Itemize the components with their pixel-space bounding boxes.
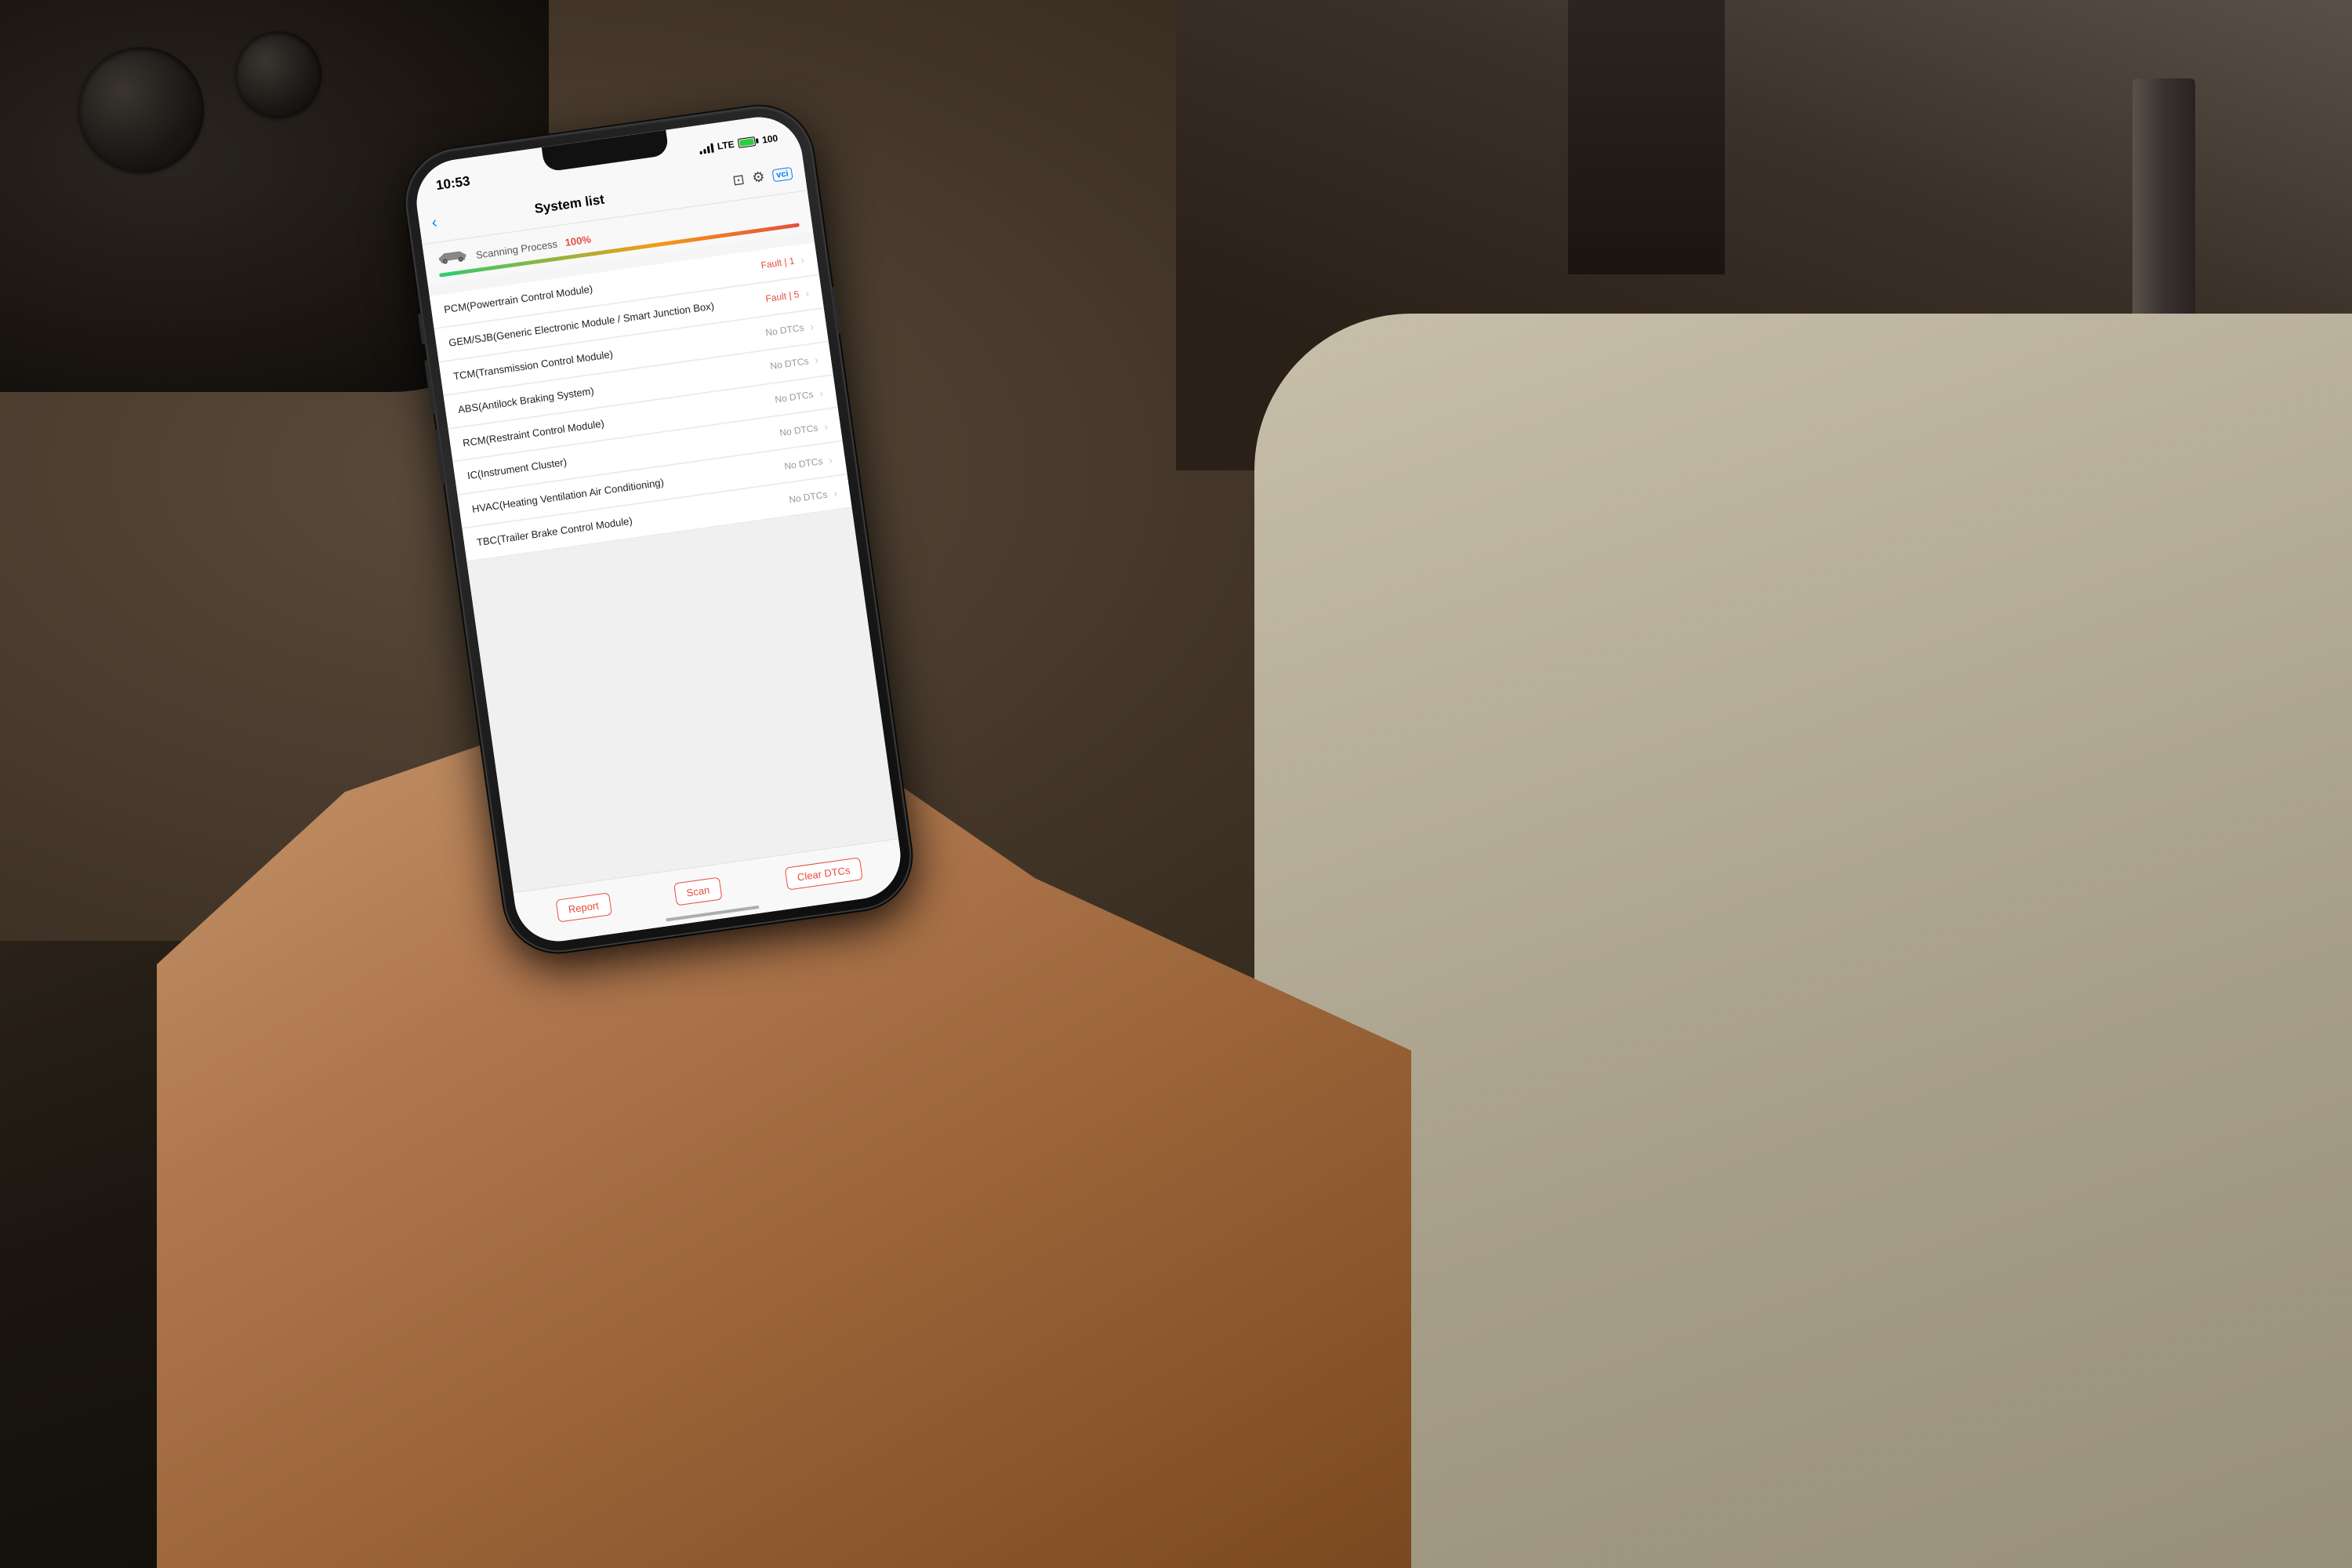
chevron-right-pcm: › (800, 253, 805, 266)
chevron-right-hvac: › (828, 453, 833, 466)
chevron-right-tcm: › (809, 320, 815, 332)
share-icon[interactable]: ⊡ (731, 172, 746, 190)
fault-badge-gem: Fault | 5 (765, 289, 800, 305)
battery-percent: 100 (761, 132, 779, 146)
item-status-abs: No DTCs › (769, 354, 819, 372)
item-status-ic: No DTCs › (779, 420, 829, 439)
dash-knobs (63, 16, 376, 235)
medium-knob (235, 31, 321, 118)
item-status-pcm: Fault | 1 › (760, 253, 805, 272)
signal-bar-4 (710, 143, 714, 153)
battery-fill (739, 138, 754, 146)
battery-body (738, 136, 756, 148)
battery-tip (756, 138, 759, 143)
item-status-tbc: No DTCs › (788, 487, 838, 506)
status-time: 10:53 (434, 167, 471, 194)
settings-icon[interactable]: ⚙ (751, 169, 766, 187)
no-dtc-tcm: No DTCs (765, 322, 805, 339)
no-dtc-tbc: No DTCs (788, 488, 828, 505)
no-dtc-abs: No DTCs (769, 355, 809, 372)
no-dtc-ic: No DTCs (779, 422, 818, 438)
seat-area (1254, 314, 2352, 1568)
signal-bar-1 (700, 151, 703, 154)
signal-bars (699, 142, 714, 154)
strap-area (1568, 0, 1725, 274)
clear-dtcs-button[interactable]: Clear DTCs (784, 857, 863, 890)
car-icon (436, 247, 470, 270)
scan-button[interactable]: Scan (673, 877, 723, 906)
car-svg (436, 247, 469, 267)
chevron-right-abs: › (814, 354, 819, 366)
item-status-gem: Fault | 5 › (765, 287, 810, 306)
header-icons: ⊡ ⚙ vci (731, 165, 793, 189)
large-knob (78, 47, 204, 172)
seat-texture (1254, 314, 2352, 1568)
lte-label: LTE (717, 139, 735, 152)
no-dtc-hvac: No DTCs (783, 456, 823, 472)
chevron-right-gem: › (804, 287, 810, 299)
status-icons: LTE 100 (698, 126, 779, 154)
chevron-right-tbc: › (833, 487, 838, 499)
signal-bar-2 (703, 149, 706, 154)
chevron-right-ic: › (823, 420, 829, 433)
fault-badge-pcm: Fault | 1 (760, 256, 796, 271)
item-status-rcm: No DTCs › (774, 387, 824, 405)
vci-badge: vci (771, 166, 793, 181)
no-dtc-rcm: No DTCs (774, 389, 814, 405)
signal-bar-3 (707, 146, 710, 153)
chevron-right-rcm: › (818, 387, 824, 399)
item-status-hvac: No DTCs › (783, 453, 833, 472)
item-status-tcm: No DTCs › (764, 320, 815, 339)
battery-icon (738, 136, 759, 149)
scan-label: Scanning Process (475, 238, 558, 260)
report-button[interactable]: Report (555, 892, 612, 922)
scan-percent: 100% (564, 233, 592, 248)
system-list: PCM(Powertrain Control Module) Fault | 1… (430, 242, 898, 893)
